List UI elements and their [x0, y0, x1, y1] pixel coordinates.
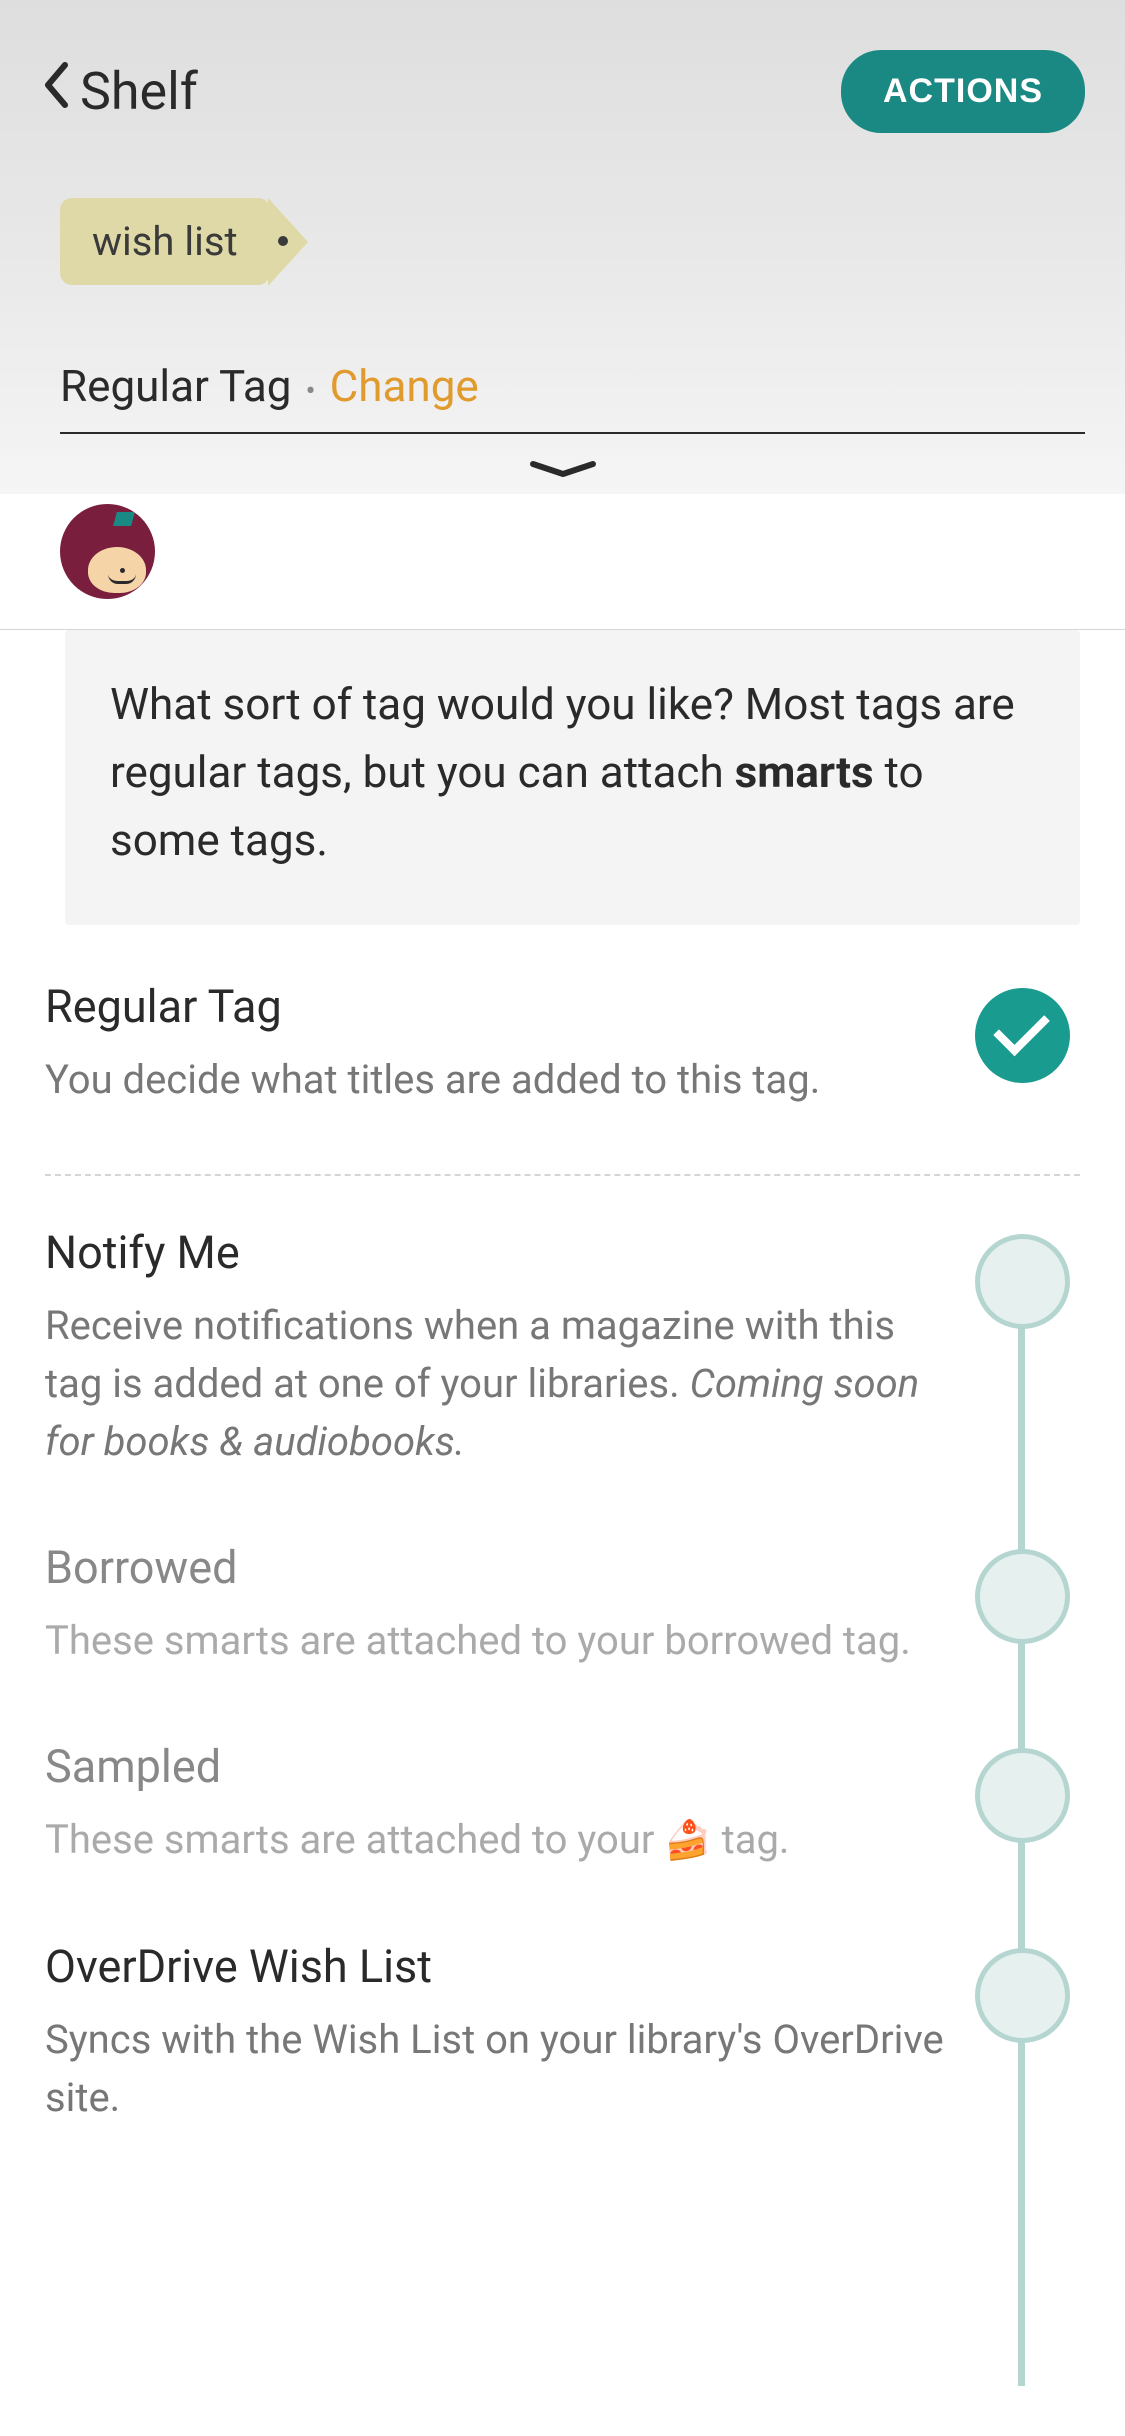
radio-unselected-icon [975, 1549, 1070, 1644]
option-notify-me[interactable]: Notify Me Receive notifications when a m… [45, 1226, 1080, 1541]
libby-avatar-icon[interactable] [60, 504, 155, 599]
separator-dot: • [305, 374, 315, 409]
radio-selected-icon [975, 988, 1070, 1083]
option-desc: These smarts are attached to your 🍰 tag. [45, 1811, 960, 1870]
cake-icon: 🍰 [664, 1814, 711, 1869]
collapse-toggle[interactable] [40, 434, 1085, 494]
tag-chip-label: wish list [60, 198, 270, 285]
chevron-left-icon [40, 60, 70, 123]
change-link[interactable]: Change [330, 360, 479, 412]
option-title: OverDrive Wish List [45, 1940, 960, 1993]
radio-unselected-icon [975, 1234, 1070, 1329]
option-borrowed: Borrowed These smarts are attached to yo… [45, 1541, 1080, 1740]
option-regular-tag[interactable]: Regular Tag You decide what titles are a… [45, 980, 1080, 1159]
chevron-down-icon [528, 459, 598, 479]
option-desc: Receive notifications when a magazine wi… [45, 1297, 960, 1471]
option-desc: Syncs with the Wish List on your library… [45, 2011, 960, 2127]
actions-button[interactable]: ACTIONS [841, 50, 1085, 133]
option-desc: These smarts are attached to your borrow… [45, 1612, 960, 1670]
option-title: Sampled [45, 1740, 960, 1793]
option-sampled: Sampled These smarts are attached to you… [45, 1740, 1080, 1940]
radio-unselected-icon [975, 1948, 1070, 2043]
option-title: Borrowed [45, 1541, 960, 1594]
tag-chip[interactable]: wish list [60, 198, 270, 285]
divider [45, 1174, 1080, 1176]
option-overdrive-wishlist[interactable]: OverDrive Wish List Syncs with the Wish … [45, 1940, 1080, 2177]
back-button[interactable]: Shelf [40, 60, 198, 123]
option-title: Regular Tag [45, 980, 960, 1033]
info-message: What sort of tag would you like? Most ta… [65, 630, 1080, 925]
radio-unselected-icon [975, 1748, 1070, 1843]
back-label: Shelf [80, 61, 198, 122]
tag-type-row: Regular Tag • Change [60, 360, 1085, 434]
option-desc: You decide what titles are added to this… [45, 1051, 960, 1109]
tag-type-label: Regular Tag [60, 360, 291, 412]
option-title: Notify Me [45, 1226, 960, 1279]
